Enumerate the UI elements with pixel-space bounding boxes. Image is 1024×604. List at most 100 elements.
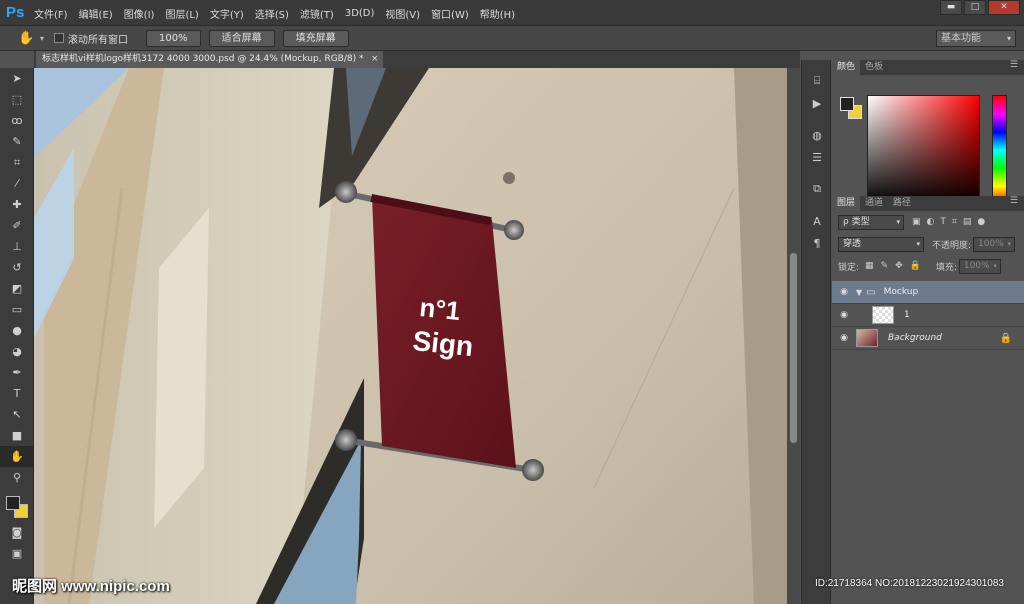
tool-preset-caret-icon[interactable]: ▾ — [40, 34, 44, 43]
document-canvas[interactable]: n°1 Sign — [34, 68, 787, 604]
blend-mode-select[interactable]: 穿透 ▾ — [838, 236, 924, 252]
type-tool-icon[interactable]: T — [0, 383, 34, 404]
move-tool-icon[interactable]: ➤ — [0, 68, 34, 89]
scroll-all-windows-checkbox[interactable] — [54, 33, 65, 43]
hue-slider[interactable] — [992, 95, 1007, 205]
crop-tool-icon[interactable]: ⌗ — [0, 152, 34, 173]
actual-pixels-button[interactable]: 100% — [146, 29, 201, 47]
opacity-input[interactable]: 100% ▾ — [973, 236, 1016, 252]
panel-menu-icon[interactable]: ☰ — [1010, 60, 1018, 70]
lock-icons[interactable]: ▦✎✥🔒 — [865, 261, 928, 271]
paragraph-panel-icon[interactable]: ¶ — [802, 232, 832, 254]
clone-stamp-tool-icon[interactable]: ⊥ — [0, 236, 34, 257]
document-tab[interactable]: 标志样机vi样机logo样机3172 4000 3000.psd @ 24.4%… — [36, 51, 384, 68]
blur-tool-icon[interactable]: ● — [0, 320, 34, 341]
workspace-select[interactable]: 基本功能 ▾ — [936, 30, 1016, 47]
menu-bar: Ps 文件(F) 编辑(E) 图像(I) 图层(L) 文字(Y) 选择(S) 滤… — [0, 0, 1024, 26]
menu-filter[interactable]: 滤镜(T) — [300, 6, 334, 21]
watermark-id: ID:21718364 NO:20181223021924301083 — [814, 578, 1004, 589]
color-swatches — [0, 488, 33, 522]
options-bar: ✋ ▾ 滚动所有窗口 100% 适合屏幕 填充屏幕 基本功能 ▾ — [0, 26, 1024, 51]
expand-triangle-icon[interactable]: ▼ — [856, 288, 862, 297]
layer-row-mockup[interactable]: ◉ ▼ ▭ Mockup — [832, 281, 1024, 304]
canvas-image: n°1 Sign — [34, 68, 787, 604]
layer-row-background[interactable]: ◉ Background 🔒 — [832, 327, 1024, 350]
actions-panel-icon[interactable]: ▶ — [802, 92, 832, 114]
panel-dock: ⌸ ▶ ◍ ☰ ⧉ A ¶ — [801, 60, 831, 604]
menu-layer[interactable]: 图层(L) — [165, 6, 198, 21]
menu-3d[interactable]: 3D(D) — [345, 8, 375, 19]
quick-select-tool-icon[interactable]: ✎ — [0, 131, 34, 152]
opacity-label: 不透明度: — [932, 240, 972, 251]
maximize-button[interactable]: □ — [964, 0, 986, 15]
eye-icon[interactable]: ◉ — [832, 310, 856, 320]
marquee-tool-icon[interactable]: ⬚ — [0, 89, 34, 110]
close-window-button[interactable]: ✕ — [988, 0, 1020, 15]
properties-panel-icon[interactable]: ☰ — [802, 146, 832, 168]
tab-layers[interactable]: 图层 — [832, 196, 861, 211]
foreground-color-chip[interactable] — [840, 97, 854, 111]
fit-screen-button[interactable]: 适合屏幕 — [208, 29, 275, 47]
brush-tool-icon[interactable]: ✐ — [0, 215, 34, 236]
fill-input[interactable]: 100% ▾ — [958, 258, 1001, 274]
menu-file[interactable]: 文件(F) — [34, 6, 68, 21]
close-tab-icon[interactable]: × — [371, 51, 379, 68]
layer-filter-icons[interactable]: ▣◐T⌗▤● — [912, 217, 991, 227]
layers-menu-icon[interactable]: ☰ — [1010, 196, 1018, 206]
canvas-vertical-scrollbar[interactable] — [787, 68, 800, 604]
document-tab-bar: 标志样机vi样机logo样机3172 4000 3000.psd @ 24.4%… — [34, 51, 800, 68]
history-panel-icon[interactable]: ⌸ — [802, 70, 832, 92]
layer-filter-select[interactable]: ρ 类型 ▾ — [838, 214, 904, 230]
fill-label: 填充: — [935, 262, 957, 273]
eyedropper-tool-icon[interactable]: ⁄ — [0, 173, 34, 194]
menu-view[interactable]: 视图(V) — [385, 6, 420, 21]
layer-row-1[interactable]: ◉ 1 — [832, 304, 1024, 327]
lock-label: 锁定: — [838, 262, 860, 273]
menu-edit[interactable]: 编辑(E) — [79, 6, 113, 21]
screen-mode-icon[interactable]: ▣ — [0, 543, 34, 564]
scroll-all-windows-label: 滚动所有窗口 — [68, 34, 129, 46]
eye-icon[interactable]: ◉ — [832, 287, 856, 297]
eye-icon[interactable]: ◉ — [832, 333, 856, 343]
minimize-button[interactable]: ▬ — [940, 0, 962, 15]
tab-swatches[interactable]: 色板 — [860, 60, 888, 75]
scrollbar-thumb[interactable] — [790, 253, 797, 443]
pen-tool-icon[interactable]: ✒ — [0, 362, 34, 383]
eraser-tool-icon[interactable]: ◩ — [0, 278, 34, 299]
clone-source-panel-icon[interactable]: ⧉ — [802, 178, 832, 200]
opacity-value: 100% — [978, 238, 1004, 249]
healing-brush-tool-icon[interactable]: ✚ — [0, 194, 34, 215]
menu-image[interactable]: 图像(I) — [124, 6, 155, 21]
menu-help[interactable]: 帮助(H) — [480, 6, 515, 21]
path-select-tool-icon[interactable]: ↖ — [0, 404, 34, 425]
zoom-tool-icon[interactable]: ⚲ — [0, 467, 34, 488]
layer-filter-value: ρ 类型 — [843, 216, 870, 227]
foreground-color-swatch[interactable] — [6, 496, 20, 510]
character-panel-icon[interactable]: A — [802, 210, 832, 232]
chevron-down-icon: ▾ — [993, 261, 997, 270]
lasso-tool-icon[interactable]: ꝏ — [0, 110, 34, 131]
tab-paths[interactable]: 路径 — [888, 196, 916, 211]
hand-tool-icon[interactable]: ✋ — [18, 31, 40, 46]
chevron-down-icon: ▾ — [1007, 239, 1012, 248]
dodge-tool-icon[interactable]: ◕ — [0, 341, 34, 362]
menu-type[interactable]: 文字(Y) — [210, 6, 244, 21]
layers-panel-tabs: 图层 通道 路径 ☰ — [832, 196, 1024, 211]
layer-name: Mockup — [883, 287, 919, 297]
history-brush-tool-icon[interactable]: ↺ — [0, 257, 34, 278]
adjustments-panel-icon[interactable]: ◍ — [802, 124, 832, 146]
menu-window[interactable]: 窗口(W) — [431, 6, 469, 21]
lock-icon: 🔒 — [999, 332, 1012, 344]
gradient-tool-icon[interactable]: ▭ — [0, 299, 34, 320]
menu-select[interactable]: 选择(S) — [255, 6, 289, 21]
fill-screen-button[interactable]: 填充屏幕 — [282, 29, 349, 47]
tab-channels[interactable]: 通道 — [860, 196, 888, 211]
hand-tool-active-icon[interactable]: ✋ — [0, 446, 34, 467]
quick-mask-icon[interactable]: ◙ — [0, 522, 34, 543]
chevron-down-icon: ▾ — [916, 239, 920, 248]
color-picker-field[interactable] — [867, 95, 980, 205]
fill-value: 100% — [963, 260, 990, 271]
workspace-value: 基本功能 — [941, 33, 981, 44]
rectangle-tool-icon[interactable]: ■ — [0, 425, 34, 446]
tab-color[interactable]: 颜色 — [832, 60, 861, 75]
